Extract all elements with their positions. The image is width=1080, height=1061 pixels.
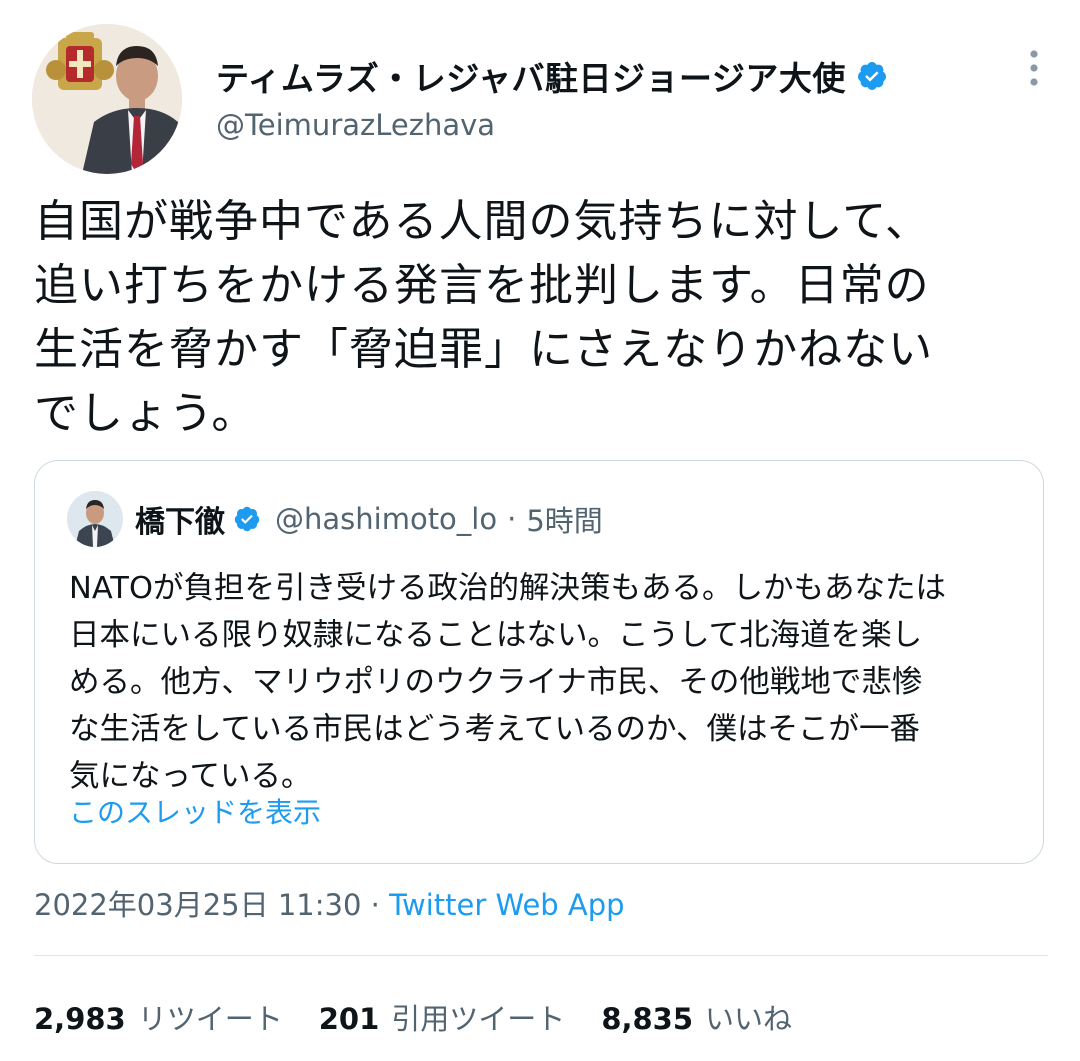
quoted-tweet-text: NATOが負担を引き受ける政治的解決策もある。しかもあなたは 日本にいる限り奴隷… <box>69 571 946 794</box>
quoted-tweet-card[interactable]: 橋下徹 @hashimoto_lo · 5時間 NATOが負担を引き受ける政治的… <box>34 460 1044 864</box>
quoted-separator: · <box>507 502 517 536</box>
quoted-tweet-header: 橋下徹 @hashimoto_lo · 5時間 <box>67 491 603 547</box>
tweet-timestamp[interactable]: 2022年03月25日 11:30 <box>34 888 361 922</box>
author-avatar-image <box>32 24 182 174</box>
tweet-header: ティムラズ・レジャバ駐日ジョージア大使 @TeimurazLezhava <box>32 24 1048 174</box>
show-thread-link[interactable]: このスレッドを表示 <box>69 791 321 831</box>
tweet-stats: 2,983 リツイート 201 引用ツイート 8,835 いいね <box>34 996 828 1038</box>
meta-separator: · <box>361 888 390 922</box>
quote-tweets-count: 201 <box>318 1002 380 1036</box>
quoted-author-handle: @hashimoto_lo <box>275 502 498 536</box>
tweet-meta: 2022年03月25日 11:30 · Twitter Web App <box>34 882 625 924</box>
author-name-row[interactable]: ティムラズ・レジャバ駐日ジョージア大使 <box>216 52 888 100</box>
quoted-author-avatar-image <box>67 491 123 547</box>
divider <box>34 955 1048 956</box>
quoted-author-name: 橋下徹 <box>135 505 225 540</box>
quote-tweets-label: 引用ツイート <box>391 1002 566 1036</box>
author-display-name[interactable]: ティムラズ・レジャバ駐日ジョージア大使 <box>216 52 846 100</box>
likes-stat[interactable]: 8,835 いいね <box>601 996 792 1038</box>
tweet-text: 自国が戦争中である人間の気持ちに対して、 追い打ちをかける発言を批判します。日常… <box>34 196 934 439</box>
quoted-verified-badge-icon <box>233 505 261 533</box>
quoted-tweet-time: 5時間 <box>526 504 603 538</box>
more-options-icon[interactable] <box>1028 48 1040 88</box>
author-handle[interactable]: @TeimurazLezhava <box>216 108 495 142</box>
retweets-count: 2,983 <box>34 1002 126 1036</box>
tweet-source-link[interactable]: Twitter Web App <box>389 888 625 922</box>
likes-label: いいね <box>705 1002 793 1036</box>
retweets-label: リツイート <box>137 1002 283 1036</box>
quote-tweets-stat[interactable]: 201 引用ツイート <box>319 996 566 1038</box>
retweets-stat[interactable]: 2,983 リツイート <box>34 996 283 1038</box>
likes-count: 8,835 <box>601 1002 694 1036</box>
verified-badge-icon <box>856 60 888 92</box>
author-avatar[interactable] <box>32 24 182 174</box>
quoted-author-avatar <box>67 491 123 547</box>
